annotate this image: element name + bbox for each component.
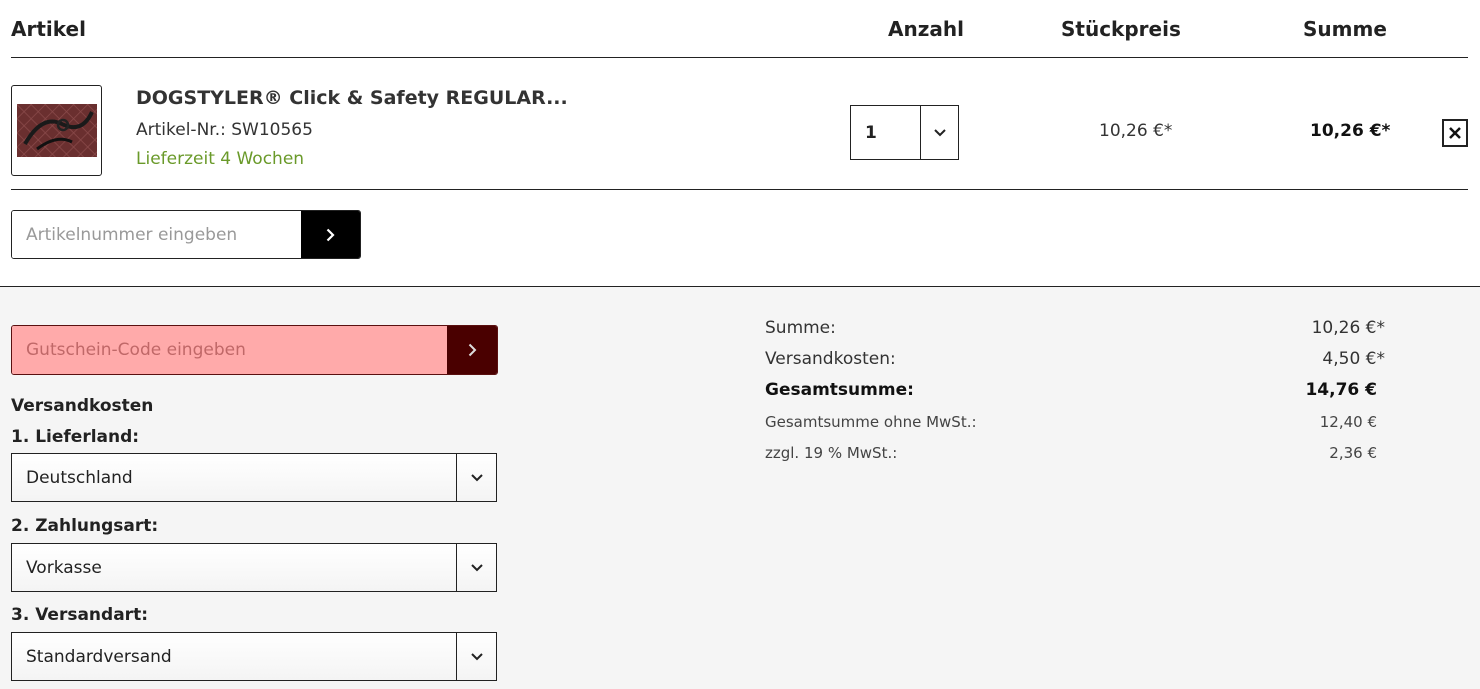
summary-subtotal-label: Summe: <box>765 318 836 338</box>
chevron-right-icon <box>326 228 335 241</box>
remove-item-button[interactable] <box>1442 119 1468 147</box>
summary-grand-total-row: Gesamtsumme: 14,76 € <box>765 380 1377 400</box>
article-number-input[interactable]: Artikelnummer eingeben <box>12 211 301 258</box>
product-image <box>17 104 97 157</box>
summary-vat-row: zzgl. 19 % MwSt.: 2,36 € <box>765 444 1377 462</box>
payment-label: 2. Zahlungsart: <box>11 516 159 536</box>
voucher-form: Gutschein-Code eingeben <box>11 325 498 375</box>
header-divider <box>11 57 1468 58</box>
country-select[interactable]: Deutschland <box>11 453 497 502</box>
column-header-unit-price: Stückpreis <box>1061 17 1181 41</box>
shipping-method-select[interactable]: Standardversand <box>11 632 497 681</box>
chevron-down-icon[interactable] <box>920 106 958 159</box>
summary-shipping-value: 4,50 €* <box>1322 349 1385 369</box>
shipping-method-value: Standardversand <box>26 646 172 667</box>
delivery-time: Lieferzeit 4 Wochen <box>136 149 305 169</box>
chevron-down-icon[interactable] <box>456 544 496 591</box>
payment-select[interactable]: Vorkasse <box>11 543 497 592</box>
summary-shipping-row: Versandkosten: 4,50 €* <box>765 349 1385 369</box>
summary-shipping-label: Versandkosten: <box>765 349 896 369</box>
column-header-total: Summe <box>1303 17 1387 41</box>
summary-net-row: Gesamtsumme ohne MwSt.: 12,40 € <box>765 413 1377 431</box>
country-label: 1. Lieferland: <box>11 427 140 447</box>
column-header-quantity: Anzahl <box>888 17 964 41</box>
article-number-submit-button[interactable] <box>301 211 360 258</box>
summary-grand-total-label: Gesamtsumme: <box>765 380 914 400</box>
chevron-down-icon[interactable] <box>456 633 496 680</box>
item-divider <box>11 189 1468 190</box>
quantity-value: 1 <box>865 122 877 143</box>
product-sku: Artikel-Nr.: SW10565 <box>136 120 313 140</box>
product-title[interactable]: DOGSTYLER® Click & Safety REGULAR... <box>136 87 568 109</box>
shipping-costs-title: Versandkosten <box>11 396 154 416</box>
summary-subtotal-row: Summe: 10,26 €* <box>765 318 1385 338</box>
summary-subtotal-value: 10,26 €* <box>1311 318 1385 338</box>
close-icon <box>1449 127 1461 139</box>
quantity-select[interactable]: 1 <box>850 105 959 160</box>
summary-vat-label: zzgl. 19 % MwSt.: <box>765 444 898 462</box>
summary-net-label: Gesamtsumme ohne MwSt.: <box>765 413 977 431</box>
column-header-article: Artikel <box>11 17 86 41</box>
chevron-right-icon <box>468 343 476 357</box>
summary-vat-value: 2,36 € <box>1329 444 1377 462</box>
unit-price: 10,26 €* <box>1099 121 1173 141</box>
article-number-form: Artikelnummer eingeben <box>11 210 361 259</box>
voucher-submit-button[interactable] <box>447 326 497 374</box>
payment-value: Vorkasse <box>26 557 102 578</box>
country-value: Deutschland <box>26 467 133 488</box>
summary-grand-total-value: 14,76 € <box>1305 380 1377 400</box>
chevron-down-icon[interactable] <box>456 454 496 501</box>
shipping-method-label: 3. Versandart: <box>11 605 148 625</box>
summary-net-value: 12,40 € <box>1319 413 1377 431</box>
product-thumbnail[interactable] <box>11 85 102 176</box>
voucher-input[interactable]: Gutschein-Code eingeben <box>12 326 447 374</box>
line-total: 10,26 €* <box>1310 121 1391 141</box>
